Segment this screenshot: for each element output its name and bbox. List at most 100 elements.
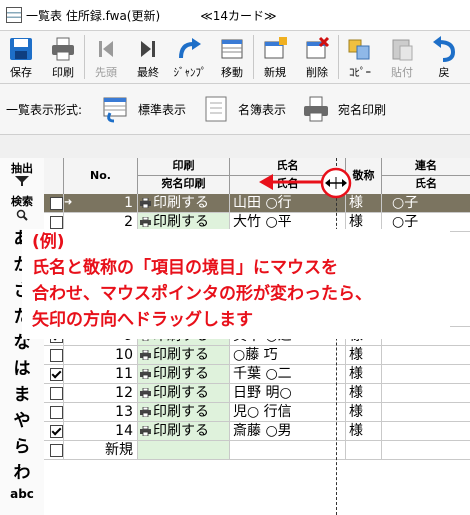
row-print-setting[interactable]: 印刷する	[138, 346, 230, 364]
row-check-cell[interactable]	[44, 346, 64, 364]
table-row[interactable]: 11 印刷する 千葉 ○二様	[44, 365, 470, 384]
copy-button[interactable]: ｺﾋﾟｰ	[339, 31, 381, 83]
view-format-label: 一覧表示形式:	[6, 102, 83, 117]
print-setting-text: 印刷する	[153, 404, 209, 420]
new-record-icon	[261, 36, 289, 62]
kana-index-7[interactable]: や	[0, 408, 44, 434]
row-check-cell[interactable]	[44, 194, 64, 212]
row-joint-name[interactable]: ○子	[382, 194, 470, 212]
header-address-print[interactable]: 宛名印刷	[138, 176, 230, 194]
row-name[interactable]: ○藤 巧	[230, 346, 346, 364]
extract-button[interactable]: 抽出	[0, 158, 44, 189]
row-print-setting[interactable]: 印刷する	[138, 403, 230, 421]
last-button[interactable]: 最終	[127, 31, 169, 83]
row-checkbox[interactable]	[50, 349, 63, 362]
copy-label: ｺﾋﾟｰ	[349, 66, 371, 79]
row-joint-name[interactable]	[382, 346, 470, 364]
table-row[interactable]: 12 印刷する 日野 明○ 様	[44, 384, 470, 403]
printer-icon	[140, 407, 151, 417]
search-icon	[16, 209, 28, 221]
row-honorific[interactable]	[346, 441, 382, 459]
move-label: 移動	[221, 66, 243, 79]
printer-icon	[140, 217, 151, 227]
row-check-cell[interactable]	[44, 441, 64, 459]
last-icon	[134, 36, 162, 62]
table-row[interactable]: 10 印刷する ○藤 巧様	[44, 346, 470, 365]
view-address-print-button[interactable]: 宛名印刷	[302, 95, 386, 123]
row-print-setting[interactable]: 印刷する	[138, 384, 230, 402]
move-button[interactable]: 移動	[211, 31, 253, 83]
kana-index-9[interactable]: わ	[0, 460, 44, 486]
kana-index-6[interactable]: ま	[0, 382, 44, 408]
new-button[interactable]: 新規	[254, 31, 296, 83]
printer-icon	[140, 388, 151, 398]
row-checkbox[interactable]	[50, 444, 63, 457]
row-honorific[interactable]: 様	[346, 365, 382, 383]
view-roster-button[interactable]: 名簿表示	[202, 95, 286, 123]
drag-direction-arrow	[259, 174, 321, 190]
header-no[interactable]: No.	[64, 158, 138, 194]
row-name[interactable]: 斎藤 ○男	[230, 422, 346, 440]
roster-view-icon	[205, 96, 227, 122]
row-joint-name[interactable]	[382, 403, 470, 421]
first-icon	[92, 36, 120, 62]
row-joint-name[interactable]	[382, 422, 470, 440]
row-honorific[interactable]: 様	[346, 346, 382, 364]
row-checkbox[interactable]	[50, 368, 63, 381]
row-print-setting[interactable]: 印刷する	[138, 365, 230, 383]
save-button[interactable]: 保存	[0, 31, 42, 83]
delete-record-icon	[303, 36, 331, 62]
row-name[interactable]	[230, 441, 346, 459]
callout-line: 矢印の方向へドラッグします	[32, 310, 253, 330]
row-checkbox[interactable]	[50, 406, 63, 419]
window-title: 一覧表 住所録.fwa(更新)	[26, 8, 161, 23]
row-joint-name[interactable]	[382, 384, 470, 402]
row-honorific[interactable]: 様	[346, 403, 382, 421]
kana-index-8[interactable]: ら	[0, 434, 44, 460]
row-name[interactable]: 千葉 ○二	[230, 365, 346, 383]
header-joint-name[interactable]: 氏名	[382, 176, 470, 194]
search-button[interactable]: 検索	[0, 191, 44, 224]
jump-button[interactable]: ｼﾞｬﾝﾌﾟ	[169, 31, 211, 83]
row-name[interactable]: 日野 明○	[230, 384, 346, 402]
print-button[interactable]: 印刷	[42, 31, 84, 83]
callout-line: 合わせ、マウスポインタの形が変わったら、	[32, 284, 372, 304]
row-honorific[interactable]: 様	[346, 384, 382, 402]
last-label: 最終	[137, 66, 159, 79]
undo-button[interactable]: 戻	[423, 31, 465, 83]
row-checkbox[interactable]	[50, 387, 63, 400]
resize-cursor-icon	[320, 167, 352, 199]
row-honorific[interactable]: 様	[346, 422, 382, 440]
table-row[interactable]: 13 印刷する 児○ 行信様	[44, 403, 470, 422]
paste-label: 貼付	[391, 66, 413, 79]
row-name[interactable]: 児○ 行信	[230, 403, 346, 421]
row-check-cell[interactable]	[44, 365, 64, 383]
row-checkbox[interactable]	[50, 425, 63, 438]
row-print-setting[interactable]	[138, 441, 230, 459]
row-checkbox[interactable]	[50, 216, 63, 229]
callout-example-label: (例)	[32, 232, 65, 252]
copy-icon	[346, 36, 374, 62]
view-address-print-label: 宛名印刷	[338, 102, 387, 117]
row-check-cell[interactable]	[44, 403, 64, 421]
printer-icon	[140, 369, 151, 379]
row-checkbox[interactable]	[50, 197, 63, 210]
table-row[interactable]: 1 印刷する 山田 ○行様 ○子 ➜	[44, 194, 470, 213]
first-button[interactable]: 先頭	[85, 31, 127, 83]
delete-button[interactable]: 削除	[296, 31, 338, 83]
table-row[interactable]: 14 印刷する 斎藤 ○男様	[44, 422, 470, 441]
row-print-setting[interactable]: 印刷する	[138, 194, 230, 212]
row-joint-name[interactable]	[382, 365, 470, 383]
kana-index-5[interactable]: は	[0, 356, 44, 382]
search-label: 検索	[11, 195, 33, 208]
row-check-cell[interactable]	[44, 384, 64, 402]
row-print-setting[interactable]: 印刷する	[138, 422, 230, 440]
callout-line: 氏名と敬称の「項目の境目」にマウスを	[32, 258, 338, 278]
print-label: 印刷	[52, 66, 74, 79]
paste-button[interactable]: 貼付	[381, 31, 423, 83]
row-joint-name[interactable]	[382, 441, 470, 459]
view-standard-button[interactable]: 標準表示	[102, 95, 186, 123]
row-check-cell[interactable]	[44, 422, 64, 440]
kana-index-abc[interactable]: abc	[0, 486, 44, 502]
table-row[interactable]: 新規	[44, 441, 470, 460]
